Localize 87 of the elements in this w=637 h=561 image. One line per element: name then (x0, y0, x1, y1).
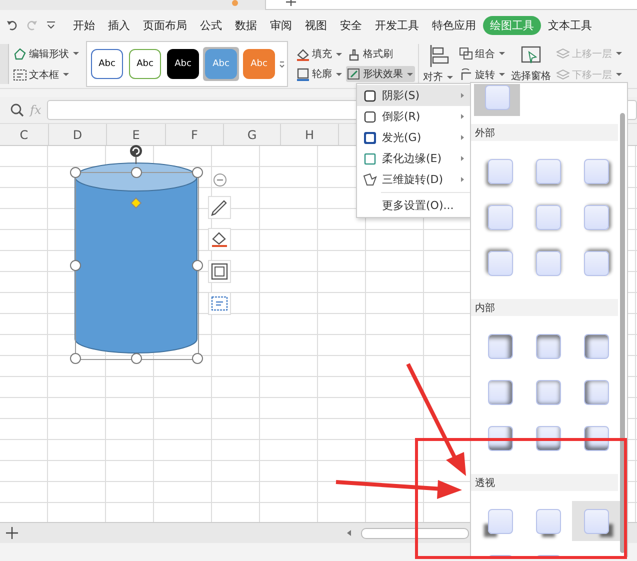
ribbon-button[interactable]: 组合 (458, 46, 507, 62)
ribbon-button[interactable]: 轮廓 (295, 66, 344, 82)
submenu-arrow-icon (460, 176, 465, 183)
menu-tab[interactable]: 数据 (229, 16, 263, 34)
column-header[interactable]: C (0, 124, 49, 145)
menu-tab[interactable]: 审阅 (264, 16, 298, 34)
style-preset[interactable]: Abc (91, 49, 123, 79)
ribbon-button[interactable]: 格式刷 (346, 46, 415, 62)
menu-tab[interactable]: 插入 (102, 16, 136, 34)
menu-tab[interactable]: 特色应用 (426, 16, 482, 34)
scroll-thumb[interactable] (361, 528, 469, 538)
menu-item[interactable]: 倒影(R) (357, 106, 471, 127)
menu-tab[interactable]: 开发工具 (369, 16, 425, 34)
text-box-icon[interactable] (208, 292, 231, 315)
caret-icon (335, 72, 343, 76)
menu-item[interactable]: 发光(G) (357, 127, 471, 148)
outline-icon (296, 68, 310, 80)
plus-icon (286, 0, 296, 6)
align-icon (428, 44, 450, 68)
zoom-icon (10, 103, 24, 117)
section-title: 透视 (471, 474, 618, 491)
shadow-preset[interactable] (572, 501, 620, 541)
shape-effects-icon (347, 68, 361, 80)
layers-icon (556, 68, 570, 81)
edit-shape-icon (13, 48, 27, 60)
reflection-effect-icon (363, 110, 377, 124)
redo-icon (26, 19, 38, 31)
function-label: fx (30, 103, 42, 117)
menu-item[interactable]: 阴影(S) (357, 85, 471, 106)
ribbon-button[interactable]: 旋转 (458, 66, 507, 82)
ribbon-button[interactable]: 选择窗格 (510, 45, 552, 83)
submenu-arrow-icon (460, 92, 465, 99)
section-title: 内部 (471, 299, 618, 316)
caret-icon (335, 52, 343, 56)
rotate-handle[interactable] (129, 144, 143, 164)
submenu-arrow-icon (460, 134, 465, 141)
ribbon-button[interactable]: 编辑形状 (12, 46, 81, 62)
fill-bucket-icon (296, 48, 310, 60)
brush-icon (347, 48, 361, 60)
caret-icon (406, 72, 414, 76)
gallery-more-icon (279, 60, 285, 68)
menu-tab[interactable]: 页面布局 (137, 16, 193, 34)
group-icon (459, 47, 473, 60)
caret-icon (615, 72, 623, 77)
menu-tab[interactable]: 视图 (299, 16, 333, 34)
text-box-icon (13, 68, 27, 80)
column-header[interactable]: D (49, 124, 107, 145)
menu-item[interactable]: 更多设置(O)... (357, 195, 471, 216)
column-header[interactable]: G (224, 124, 281, 145)
menu-item[interactable]: 三维旋转(D) (357, 169, 471, 190)
menu-tab[interactable]: 安全 (334, 16, 368, 34)
undo-icon (6, 19, 18, 31)
ribbon-button[interactable]: 填充 (295, 46, 344, 62)
add-sheet-icon (5, 526, 19, 540)
dropdown-caret-icon (46, 21, 56, 29)
ribbon-scroll-handle[interactable] (0, 44, 9, 84)
layers-icon (556, 47, 570, 60)
menu-tab[interactable]: 公式 (194, 16, 228, 34)
caret-icon (615, 51, 623, 56)
caret-icon (72, 51, 80, 56)
adjust-handle[interactable] (130, 197, 142, 209)
rotate3d-effect-icon (363, 172, 377, 186)
soft-effect-icon (363, 152, 377, 166)
scrollbar[interactable] (620, 113, 625, 553)
rotate-icon (459, 68, 473, 81)
ribbon-button[interactable]: 文本框 (12, 66, 81, 82)
caret-icon (498, 51, 506, 56)
frame-icon[interactable] (208, 260, 231, 283)
menu-item[interactable]: 柔化边缘(E) (357, 148, 471, 169)
pen-icon[interactable] (208, 196, 231, 219)
column-header[interactable]: F (166, 124, 224, 145)
caret-icon (62, 72, 70, 77)
submenu-arrow-icon (460, 155, 465, 162)
caret-icon (446, 74, 454, 80)
ribbon-button[interactable]: 形状效果 (346, 66, 415, 82)
column-header[interactable]: H (281, 124, 339, 145)
menu-tab[interactable]: 文本工具 (542, 16, 598, 34)
ribbon-button[interactable]: 对齐 (422, 44, 455, 84)
submenu-arrow-icon (460, 113, 465, 120)
glow-effect-icon (363, 130, 377, 144)
caret-icon (498, 72, 506, 77)
style-preset[interactable]: Abc (129, 49, 161, 79)
style-preset[interactable]: Abc (167, 49, 199, 79)
fill-bucket-icon[interactable] (208, 228, 231, 251)
shadow-effect-icon (363, 88, 377, 102)
section-title: 外部 (471, 124, 618, 141)
menu-tab[interactable]: 开始 (67, 16, 101, 34)
